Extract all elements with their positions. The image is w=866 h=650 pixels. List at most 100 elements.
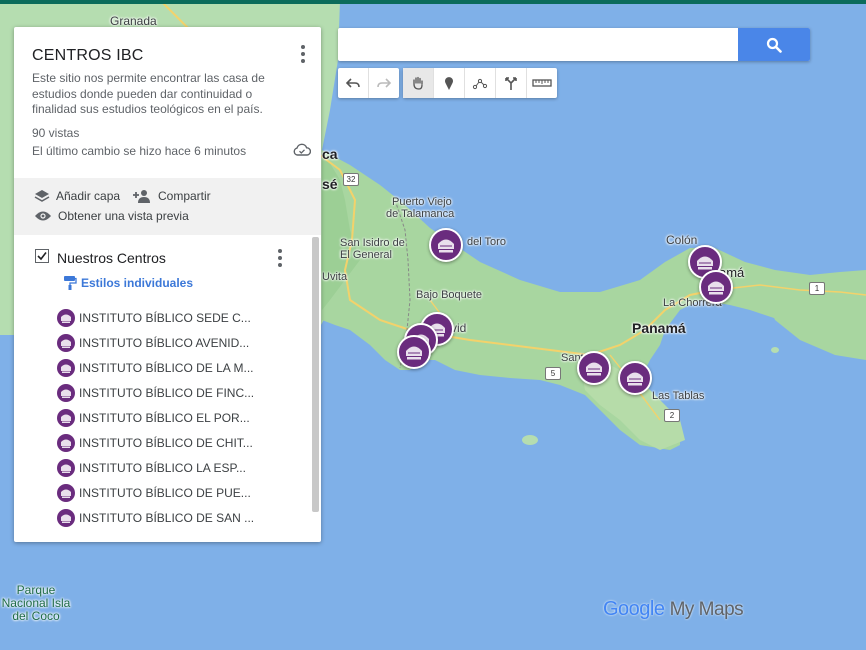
institute-logo-icon bbox=[57, 308, 75, 327]
institute-logo-icon bbox=[57, 433, 75, 452]
place-list-item[interactable]: INSTITUTO BÍBLICO DE LA M... bbox=[57, 355, 307, 380]
map-marker[interactable] bbox=[699, 270, 733, 304]
map-label: Granada bbox=[110, 14, 157, 28]
add-layer-button[interactable]: Añadir capa bbox=[34, 188, 120, 204]
top-accent-bar bbox=[0, 0, 866, 4]
route-shield: 32 bbox=[343, 173, 359, 186]
checkbox-checked-icon bbox=[35, 249, 49, 263]
individual-styles-link[interactable]: Estilos individuales bbox=[63, 275, 193, 291]
institute-logo-icon bbox=[57, 458, 75, 477]
individual-styles-label: Estilos individuales bbox=[81, 276, 194, 290]
history-toolbar bbox=[338, 68, 399, 98]
institute-logo-icon bbox=[57, 383, 75, 402]
search-box bbox=[338, 28, 810, 61]
map-label: San Isidro de bbox=[340, 237, 405, 249]
search-input[interactable] bbox=[338, 28, 746, 59]
institute-logo-icon bbox=[57, 508, 75, 527]
draw-line-button[interactable] bbox=[465, 68, 496, 98]
hand-icon bbox=[413, 76, 423, 90]
map-label: Las Tablas bbox=[652, 390, 705, 402]
map-title[interactable]: CENTROS IBC bbox=[32, 47, 144, 65]
place-list-item[interactable]: INSTITUTO BÍBLICO DE CHIT... bbox=[57, 430, 307, 455]
measure-button[interactable] bbox=[527, 68, 557, 98]
tools-toolbar bbox=[403, 68, 557, 98]
place-list-item[interactable]: INSTITUTO BÍBLICO SEDE C... bbox=[57, 305, 307, 330]
mymaps-wordmark: My Maps bbox=[669, 599, 744, 620]
google-wordmark: Google bbox=[603, 598, 665, 620]
map-label: del Toro bbox=[467, 236, 506, 248]
panel-scrollbar[interactable] bbox=[312, 237, 319, 512]
search-button[interactable] bbox=[738, 28, 810, 61]
institute-logo-icon bbox=[406, 346, 422, 360]
ruler-icon bbox=[532, 79, 552, 87]
share-label: Compartir bbox=[158, 189, 211, 203]
share-button[interactable]: Compartir bbox=[132, 188, 211, 204]
map-marker[interactable] bbox=[618, 361, 652, 395]
place-list-item[interactable]: INSTITUTO BÍBLICO DE SAN ... bbox=[57, 505, 307, 530]
map-label: Colón bbox=[666, 233, 698, 247]
add-marker-button[interactable] bbox=[434, 68, 465, 98]
hand-button[interactable] bbox=[403, 68, 434, 98]
route-shield: 5 bbox=[545, 367, 561, 380]
layer-options-icon[interactable] bbox=[277, 249, 283, 267]
institute-logo-icon bbox=[586, 362, 602, 376]
place-list-item[interactable]: INSTITUTO BÍBLICO DE PUE... bbox=[57, 480, 307, 505]
view-count: 90 vistas bbox=[32, 126, 80, 140]
map-marker[interactable] bbox=[577, 351, 611, 385]
map-label: Uvita bbox=[322, 271, 348, 283]
place-name: INSTITUTO BÍBLICO DE PUE... bbox=[79, 485, 251, 500]
layers-icon bbox=[34, 190, 50, 202]
layer-name[interactable]: Nuestros Centros bbox=[57, 250, 166, 266]
preview-button[interactable]: Obtener una vista previa bbox=[34, 209, 189, 223]
place-list-item[interactable]: INSTITUTO BÍBLICO AVENID... bbox=[57, 330, 307, 355]
map-label-park: Parque Nacional Isla del Coco bbox=[1, 583, 71, 623]
place-list-item[interactable]: INSTITUTO BÍBLICO EL POR... bbox=[57, 405, 307, 430]
place-name: INSTITUTO BÍBLICO LA ESP... bbox=[79, 460, 246, 475]
place-name: INSTITUTO BÍBLICO DE LA M... bbox=[79, 360, 254, 375]
place-name: INSTITUTO BÍBLICO AVENID... bbox=[79, 335, 250, 350]
institute-logo-icon bbox=[438, 239, 454, 253]
map-label: de Talamanca bbox=[386, 208, 455, 220]
institute-logo-icon bbox=[57, 358, 75, 377]
draw-line-icon bbox=[472, 78, 488, 90]
institute-logo-icon bbox=[627, 372, 643, 386]
place-list-item[interactable]: INSTITUTO BÍBLICO LA ESP... bbox=[57, 455, 307, 480]
undo-button[interactable] bbox=[338, 68, 369, 98]
institute-logo-icon bbox=[57, 483, 75, 502]
map-legend-panel: CENTROS IBC Este sitio nos permite encon… bbox=[14, 27, 321, 542]
map-marker[interactable] bbox=[397, 335, 431, 369]
route-shield: 1 bbox=[809, 282, 825, 295]
place-name: INSTITUTO BÍBLICO DE SAN ... bbox=[79, 510, 255, 525]
place-name: INSTITUTO BÍBLICO DE FINC... bbox=[79, 385, 255, 400]
place-name: INSTITUTO BÍBLICO SEDE C... bbox=[79, 310, 251, 325]
map-label: Bajo Boquete bbox=[416, 289, 483, 301]
eye-icon bbox=[35, 211, 51, 221]
map-label: ca bbox=[322, 146, 338, 162]
layer-visibility-checkbox[interactable] bbox=[35, 249, 49, 263]
search-icon bbox=[766, 37, 782, 53]
place-list: INSTITUTO BÍBLICO SEDE C... INSTITUTO BÍB… bbox=[57, 305, 307, 530]
directions-button[interactable] bbox=[496, 68, 527, 98]
preview-label: Obtener una vista previa bbox=[58, 209, 189, 223]
add-layer-label: Añadir capa bbox=[56, 189, 121, 203]
map-label: Puerto Viejo bbox=[392, 196, 452, 208]
institute-logo-icon bbox=[57, 408, 75, 427]
map-options-icon[interactable] bbox=[300, 45, 306, 63]
institute-logo-icon bbox=[57, 333, 75, 352]
redo-button[interactable] bbox=[369, 68, 399, 98]
google-my-maps-logo: Google My Maps bbox=[603, 598, 744, 621]
place-name: INSTITUTO BÍBLICO EL POR... bbox=[79, 410, 250, 425]
map-marker[interactable] bbox=[429, 228, 463, 262]
map-description[interactable]: Este sitio nos permite encontrar las cas… bbox=[32, 71, 292, 118]
place-list-item[interactable]: INSTITUTO BÍBLICO DE FINC... bbox=[57, 380, 307, 405]
institute-logo-icon bbox=[708, 281, 724, 295]
last-change-status: El último cambio se hizo hace 6 minutos bbox=[32, 144, 247, 158]
panel-actions: Añadir capa Compartir Obtener una vista … bbox=[14, 178, 321, 235]
paint-roller-icon bbox=[64, 276, 77, 290]
map-label: sé bbox=[322, 176, 338, 192]
route-shield: 2 bbox=[664, 409, 680, 422]
map-label: El General bbox=[340, 249, 392, 261]
add-person-icon bbox=[133, 190, 150, 203]
directions-icon bbox=[505, 77, 517, 90]
cloud-saved-icon bbox=[293, 143, 312, 162]
